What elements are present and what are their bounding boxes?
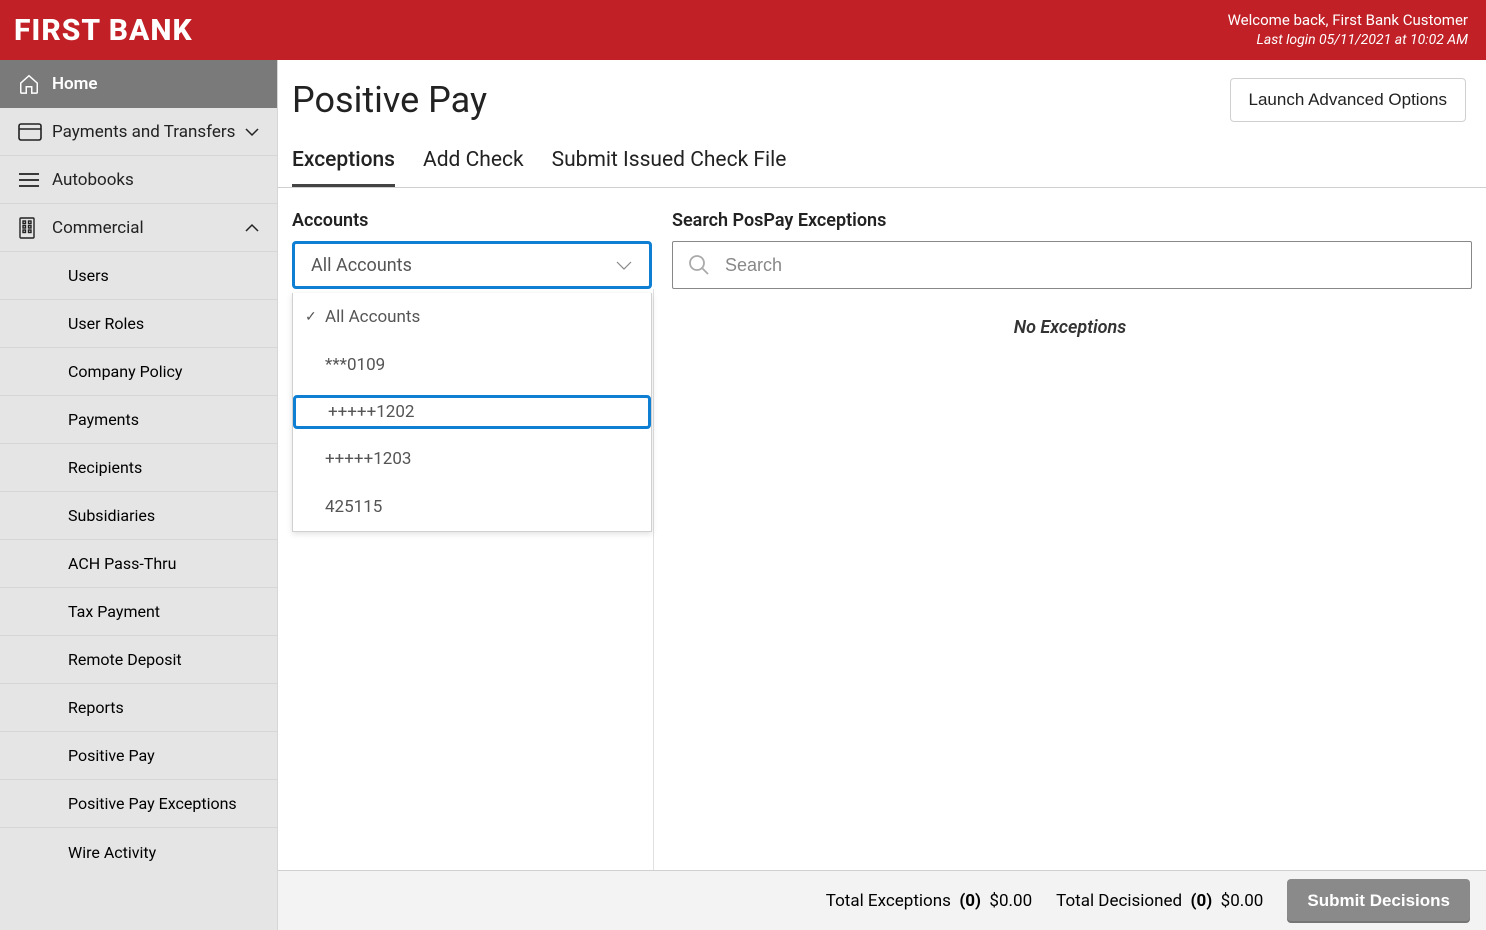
building-icon [18,217,52,239]
total-decisioned-amount: $0.00 [1221,891,1264,911]
sidebar-sub-remote-deposit[interactable]: Remote Deposit [0,636,277,684]
exceptions-detail-pane: No Exceptions [654,289,1486,870]
brand-logo: FIRST BANK [14,13,193,48]
sidebar-sub-company-policy[interactable]: Company Policy [0,348,277,396]
sidebar-item-payments-transfers[interactable]: Payments and Transfers [0,108,277,156]
accounts-dropdown-toggle[interactable]: All Accounts [292,241,652,289]
menu-icon [18,172,52,188]
sidebar-sub-tax-payment[interactable]: Tax Payment [0,588,277,636]
accounts-option-425115[interactable]: 425115 [293,483,651,531]
accounts-dropdown-panel: ✓ All Accounts ***0109 +++++1202 +++++12… [292,293,652,532]
no-exceptions-text: No Exceptions [1014,317,1127,338]
submit-decisions-button[interactable]: Submit Decisions [1287,879,1470,923]
chevron-down-icon [245,127,259,137]
sidebar-item-commercial[interactable]: Commercial [0,204,277,252]
sidebar-sub-wire-activity[interactable]: Wire Activity [0,828,277,876]
sidebar-sub-ach-pass-thru[interactable]: ACH Pass-Thru [0,540,277,588]
sidebar-item-label: Autobooks [52,170,134,190]
home-icon [18,73,52,95]
option-label: 425115 [325,497,382,517]
sidebar: Home Payments and Transfers Autobooks Co… [0,60,278,930]
total-exceptions-metric: Total Exceptions (0) $0.00 [826,891,1032,911]
sidebar-sub-recipients[interactable]: Recipients [0,444,277,492]
search-box[interactable] [672,241,1472,289]
last-login-text: Last login 05/11/2021 at 10:02 AM [1228,31,1468,50]
welcome-text: Welcome back, First Bank Customer [1228,10,1468,30]
total-exceptions-amount: $0.00 [989,891,1032,911]
tab-exceptions[interactable]: Exceptions [292,140,395,187]
sidebar-item-label: Commercial [52,218,144,238]
accounts-label: Accounts [292,210,652,231]
option-label: +++++1203 [325,449,411,469]
footer-bar: Total Exceptions (0) $0.00 Total Decisio… [278,870,1486,930]
accounts-option-1202[interactable]: +++++1202 [293,395,651,429]
chevron-up-icon [245,223,259,233]
option-label: All Accounts [325,307,420,327]
sidebar-sub-positive-pay[interactable]: Positive Pay [0,732,277,780]
check-icon: ✓ [305,309,317,325]
total-exceptions-label: Total Exceptions [826,891,951,911]
search-input[interactable] [725,255,1457,276]
total-decisioned-label: Total Decisioned [1056,891,1182,911]
total-exceptions-count: (0) [959,891,981,911]
main-content: Positive Pay Launch Advanced Options Exc… [278,60,1486,930]
tab-bar: Exceptions Add Check Submit Issued Check… [278,130,1486,188]
search-label: Search PosPay Exceptions [672,210,1472,231]
option-label: ***0109 [325,355,385,375]
chevron-down-icon [615,259,633,271]
option-label: +++++1202 [328,402,414,422]
welcome-block: Welcome back, First Bank Customer Last l… [1228,10,1468,49]
sidebar-item-autobooks[interactable]: Autobooks [0,156,277,204]
total-decisioned-metric: Total Decisioned (0) $0.00 [1056,891,1263,911]
accounts-option-1203[interactable]: +++++1203 [293,435,651,483]
accounts-selected-value: All Accounts [311,255,412,276]
page-title: Positive Pay [292,79,487,121]
app-header: FIRST BANK Welcome back, First Bank Cust… [0,0,1486,60]
sidebar-sub-payments[interactable]: Payments [0,396,277,444]
accounts-option-all[interactable]: ✓ All Accounts [293,293,651,341]
sidebar-sub-positive-pay-exceptions[interactable]: Positive Pay Exceptions [0,780,277,828]
accounts-dropdown: All Accounts ✓ All Accounts ***0109 [292,241,652,289]
sidebar-sub-reports[interactable]: Reports [0,684,277,732]
sidebar-sub-subsidiaries[interactable]: Subsidiaries [0,492,277,540]
tab-add-check[interactable]: Add Check [423,140,524,187]
sidebar-sub-user-roles[interactable]: User Roles [0,300,277,348]
launch-advanced-options-button[interactable]: Launch Advanced Options [1230,78,1466,122]
card-icon [18,123,52,141]
sidebar-item-home[interactable]: Home [0,60,277,108]
sidebar-sub-users[interactable]: Users [0,252,277,300]
search-icon [687,253,711,277]
tab-submit-issued-check-file[interactable]: Submit Issued Check File [552,140,787,187]
total-decisioned-count: (0) [1191,891,1213,911]
accounts-option-0109[interactable]: ***0109 [293,341,651,389]
sidebar-item-label: Payments and Transfers [52,122,235,142]
sidebar-item-label: Home [52,74,98,94]
